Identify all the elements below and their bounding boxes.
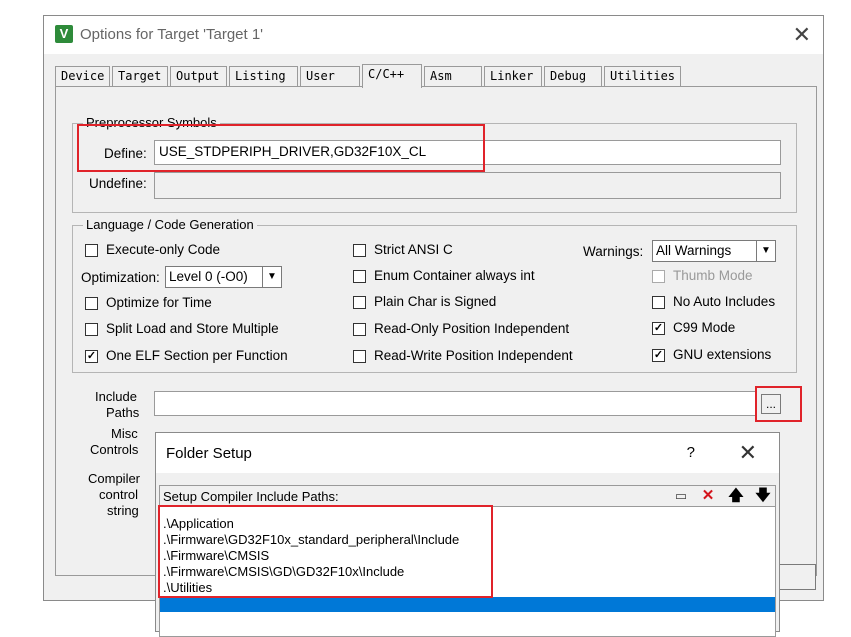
execute-only-label: Execute-only Code [106,242,221,257]
folder-setup-title-bar[interactable]: Folder Setup ? ✕ [156,433,779,473]
define-input[interactable]: USE_STDPERIPH_DRIVER,GD32F10X_CL [154,140,781,165]
window-title: Options for Target 'Target 1' [80,26,264,43]
split-load-label: Split Load and Store Multiple [106,321,279,336]
tab-listing[interactable]: Listing [229,66,298,86]
undefine-input[interactable] [154,172,781,199]
preprocessor-group-title: Preprocessor Symbols [83,115,220,130]
help-icon[interactable]: ? [687,444,695,461]
include-label-2: Paths [106,405,140,420]
tab-debug[interactable]: Debug [544,66,602,86]
optimization-select[interactable]: Level 0 (-O0) ▼ [165,266,282,288]
undefine-label: Undefine: [89,176,147,191]
optimize-time-checkbox[interactable] [85,297,98,310]
include-label-1: Include [95,389,137,404]
close-icon[interactable]: ✕ [739,440,757,466]
ro-pi-label: Read-Only Position Independent [374,321,570,336]
one-elf-checkbox[interactable]: ✓ [85,350,98,363]
define-label: Define: [104,146,147,161]
execute-only-checkbox[interactable] [85,244,98,257]
optimization-value: Level 0 (-O0) [169,269,248,284]
optimize-time-label: Optimize for Time [106,295,212,310]
selected-empty-row[interactable] [160,597,775,612]
misc-label-1: Misc [111,426,138,441]
c99-mode-checkbox[interactable]: ✓ [652,322,665,335]
c99-mode-label: C99 Mode [673,320,736,335]
plain-char-checkbox[interactable] [353,296,366,309]
tab-c-cpp[interactable]: C/C++ [362,64,422,88]
list-item[interactable]: .\Firmware\GD32F10x_standard_peripheral\… [163,532,459,548]
tab-asm[interactable]: Asm [424,66,482,86]
warnings-select[interactable]: All Warnings ▼ [652,240,776,262]
move-down-icon[interactable]: 🡇 [752,487,774,505]
tab-output[interactable]: Output [170,66,227,86]
thumb-mode-label: Thumb Mode [673,268,753,283]
strict-ansi-label: Strict ANSI C [374,242,453,257]
tab-user[interactable]: User [300,66,360,86]
browse-include-button[interactable]: ... [761,394,781,414]
keil-uvision-icon: V [55,25,73,43]
gnu-ext-checkbox[interactable]: ✓ [652,349,665,362]
chevron-down-icon: ▼ [262,267,281,287]
move-up-icon[interactable]: 🡅 [725,487,747,505]
compiler-label-1: Compiler [88,471,141,486]
language-group-title: Language / Code Generation [83,217,257,232]
enum-container-checkbox[interactable] [353,270,366,283]
folder-setup-title: Folder Setup [166,445,252,462]
include-paths-input[interactable] [154,391,757,416]
tab-target[interactable]: Target [112,66,168,86]
plain-char-label: Plain Char is Signed [374,294,497,309]
preprocessor-group: Preprocessor Symbols [72,115,797,213]
folder-setup-dialog: Folder Setup ? ✕ Setup Compiler Include … [155,432,780,637]
no-auto-includes-checkbox[interactable] [652,296,665,309]
warnings-label: Warnings: [583,244,644,259]
gnu-ext-label: GNU extensions [673,347,772,362]
thumb-mode-checkbox [652,270,665,283]
rw-pi-label: Read-Write Position Independent [374,348,573,363]
list-item[interactable]: .\Utilities [163,580,212,596]
list-item[interactable]: .\Firmware\CMSIS\GD\GD32F10x\Include [163,564,404,580]
rw-pi-checkbox[interactable] [353,350,366,363]
ro-pi-checkbox[interactable] [353,323,366,336]
include-paths-header-label: Setup Compiler Include Paths: [163,489,339,504]
dialog-button-partial[interactable] [776,564,816,590]
list-item[interactable]: .\Firmware\CMSIS [163,548,269,564]
close-icon[interactable]: ✕ [793,22,811,48]
include-paths-list[interactable]: .\Application .\Firmware\GD32F10x_standa… [159,507,776,637]
misc-label-2: Controls [90,442,139,457]
title-bar[interactable]: V Options for Target 'Target 1' ✕ [44,16,823,54]
enum-container-label: Enum Container always int [374,268,535,283]
one-elf-label: One ELF Section per Function [106,348,288,363]
compiler-label-2: control [99,487,139,502]
optimization-label: Optimization: [81,270,160,285]
warnings-value: All Warnings [656,243,732,258]
tab-utilities[interactable]: Utilities [604,66,681,86]
split-load-checkbox[interactable] [85,323,98,336]
new-folder-icon[interactable]: ▭ [670,487,692,505]
include-paths-header: Setup Compiler Include Paths: ▭ ✕ 🡅 🡇 [159,485,776,507]
no-auto-includes-label: No Auto Includes [673,294,776,309]
strict-ansi-checkbox[interactable] [353,244,366,257]
tab-linker[interactable]: Linker [484,66,542,86]
compiler-label-3: string [107,503,139,518]
tab-device[interactable]: Device [55,66,110,86]
chevron-down-icon: ▼ [756,241,775,261]
list-item[interactable]: .\Application [163,516,234,532]
delete-icon[interactable]: ✕ [697,487,719,505]
